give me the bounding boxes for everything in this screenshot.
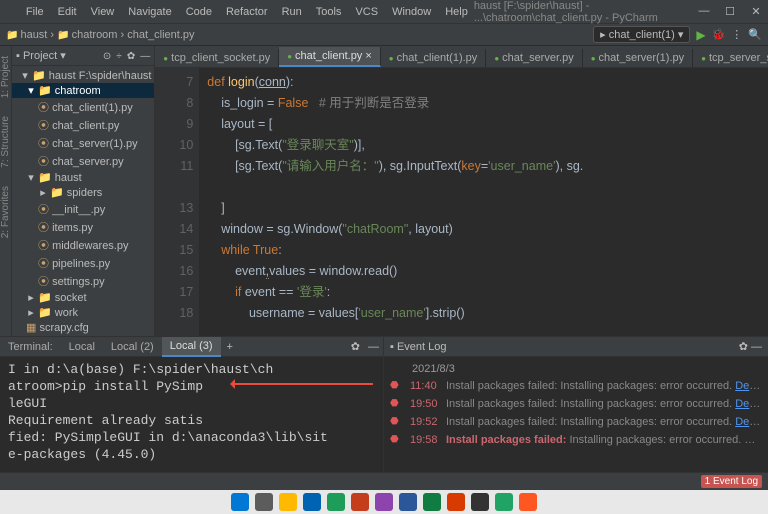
editor: ●tcp_client_socket.py ●chat_client.py × … [155,46,768,336]
taskbar-icon[interactable] [279,493,297,511]
event-message: Install packages failed: Installing pack… [446,416,762,428]
error-icon: ⬣ [390,398,404,409]
event-row[interactable]: ⬣ 19:52 Install packages failed: Installin… [384,413,768,431]
titlebar: File Edit View Navigate Code Refactor Ru… [0,0,768,24]
menu-window[interactable]: Window [386,4,437,20]
taskbar-icon[interactable] [327,493,345,511]
menu-run[interactable]: Run [276,4,308,20]
app-icon [4,5,14,19]
event-time: 19:52 [410,416,440,428]
editor-tabs: ●tcp_client_socket.py ●chat_client.py × … [155,46,768,68]
project-settings-icon[interactable]: ⊙ [103,51,111,62]
minimize-button[interactable]: — [696,5,712,18]
terminal-pane: Terminal: Local Local (2) Local (3) + ✿ … [0,337,384,491]
taskbar-icon[interactable] [519,493,537,511]
project-title: ▪ Project ▾ [16,49,101,62]
menu-code[interactable]: Code [180,4,218,20]
editor-tab[interactable]: ●chat_server(1).py [583,49,693,67]
run-config-selector[interactable]: ▸ chat_client(1) ▾ [593,26,690,43]
taskbar-icon[interactable] [255,493,273,511]
search-icon[interactable]: 🔍 [748,28,762,41]
taskbar-icon[interactable] [447,493,465,511]
toolstrip-project[interactable]: 1: Project [0,56,11,98]
taskbar-icon[interactable] [423,493,441,511]
taskbar-icon[interactable] [399,493,417,511]
menu-file[interactable]: File [20,4,50,20]
error-icon: ⬣ [390,434,404,445]
error-icon: ⬣ [390,416,404,427]
collapse-icon[interactable]: ÷ [116,51,122,62]
menu-help[interactable]: Help [439,4,474,20]
statusbar: 1 Event Log [0,472,768,490]
terminal-hide-icon[interactable]: — [364,341,383,353]
taskbar-icon[interactable] [495,493,513,511]
event-row[interactable]: ⬣ 19:58 Install packages failed: Installin… [384,431,768,449]
editor-tab[interactable]: ●chat_client.py × [279,47,381,67]
hide-icon[interactable]: — [140,51,150,62]
project-tree[interactable]: ▾📁 haust F:\spider\haust ▾📁 chatroom ⦿ c… [12,66,154,336]
project-tool-window: ▪ Project ▾ ⊙ ÷ ✿ — ▾📁 haust F:\spider\h… [12,46,155,336]
editor-tab[interactable]: ●chat_client(1).py [381,49,487,67]
breadcrumb[interactable]: haust › chatroom › chat_client.py [6,29,195,41]
editor-tab[interactable]: ●chat_server.py [486,49,582,67]
status-event-log[interactable]: 1 Event Log [701,475,762,488]
event-log-gear-icon[interactable]: ✿ [739,340,748,353]
terminal-tab[interactable]: Local (3) [162,337,221,357]
editor-tab[interactable]: ●tcp_server_socket.py [693,49,768,67]
windows-taskbar [0,490,768,514]
event-message: Install packages failed: Installing pack… [446,434,762,446]
event-time: 11:40 [410,380,440,392]
taskbar-icon[interactable] [303,493,321,511]
taskbar-icon[interactable] [375,493,393,511]
event-message: Install packages failed: Installing pack… [446,398,762,410]
details-link[interactable]: Details... [735,398,762,410]
menu-bar: File Edit View Navigate Code Refactor Ru… [20,4,474,20]
terminal-tab[interactable]: Local (2) [103,338,162,356]
editor-tab[interactable]: ●tcp_client_socket.py [155,49,279,67]
event-row[interactable]: ⬣ 11:40 Install packages failed: Installin… [384,377,768,395]
menu-navigate[interactable]: Navigate [122,4,177,20]
event-date: 2021/8/3 [384,361,768,377]
error-icon: ⬣ [390,380,404,391]
terminal-gear-icon[interactable]: ✿ [347,340,364,353]
terminal-label: Terminal: [0,341,61,353]
menu-tools[interactable]: Tools [310,4,348,20]
taskbar-icon[interactable] [231,493,249,511]
run-button[interactable]: ▶ [696,28,705,42]
toolstrip-structure[interactable]: 7: Structure [0,116,11,168]
left-tool-strip: 1: Project 7: Structure 2: Favorites [0,46,12,336]
details-link[interactable]: Details... [735,416,762,428]
more-actions-icon[interactable]: ⋮ [731,28,742,41]
event-log-pane: ▪ Event Log ✿ — 2021/8/3 ⬣11:40Install p… [384,337,768,491]
terminal-tab[interactable]: Local [61,338,103,356]
add-terminal-button[interactable]: + [221,341,239,353]
nav-toolbar: haust › chatroom › chat_client.py ▸ chat… [0,24,768,46]
menu-refactor[interactable]: Refactor [220,4,274,20]
details-link[interactable]: Details... [744,434,762,446]
window-title: haust [F:\spider\haust] - ...\chatroom\c… [474,0,688,24]
event-log-title: Event Log [397,341,447,353]
gutter: 7891011 131415161718 [155,68,199,336]
event-message: Install packages failed: Installing pack… [446,380,762,392]
maximize-button[interactable]: ☐ [722,5,738,18]
editor-body[interactable]: 7891011 131415161718 def login(conn): is… [155,68,768,336]
event-row[interactable]: ⬣ 19:50 Install packages failed: Installin… [384,395,768,413]
event-time: 19:50 [410,398,440,410]
debug-button[interactable]: 🐞 [712,28,726,41]
close-button[interactable]: ✕ [748,5,764,18]
event-time: 19:58 [410,434,440,446]
details-link[interactable]: Details... [735,380,762,392]
menu-vcs[interactable]: VCS [349,4,384,20]
terminal-output[interactable]: I in d:\a(base) F:\spider\haust\ch atroo… [0,357,383,491]
gear-icon[interactable]: ✿ [127,51,135,62]
code-area[interactable]: def login(conn): is_login = False # 用于判断… [199,68,768,336]
annotation-arrow [233,383,373,385]
toolstrip-favorites[interactable]: 2: Favorites [0,186,11,238]
taskbar-icon[interactable] [351,493,369,511]
menu-edit[interactable]: Edit [52,4,83,20]
menu-view[interactable]: View [85,4,121,20]
event-log-hide-icon[interactable]: — [751,341,762,353]
taskbar-icon[interactable] [471,493,489,511]
